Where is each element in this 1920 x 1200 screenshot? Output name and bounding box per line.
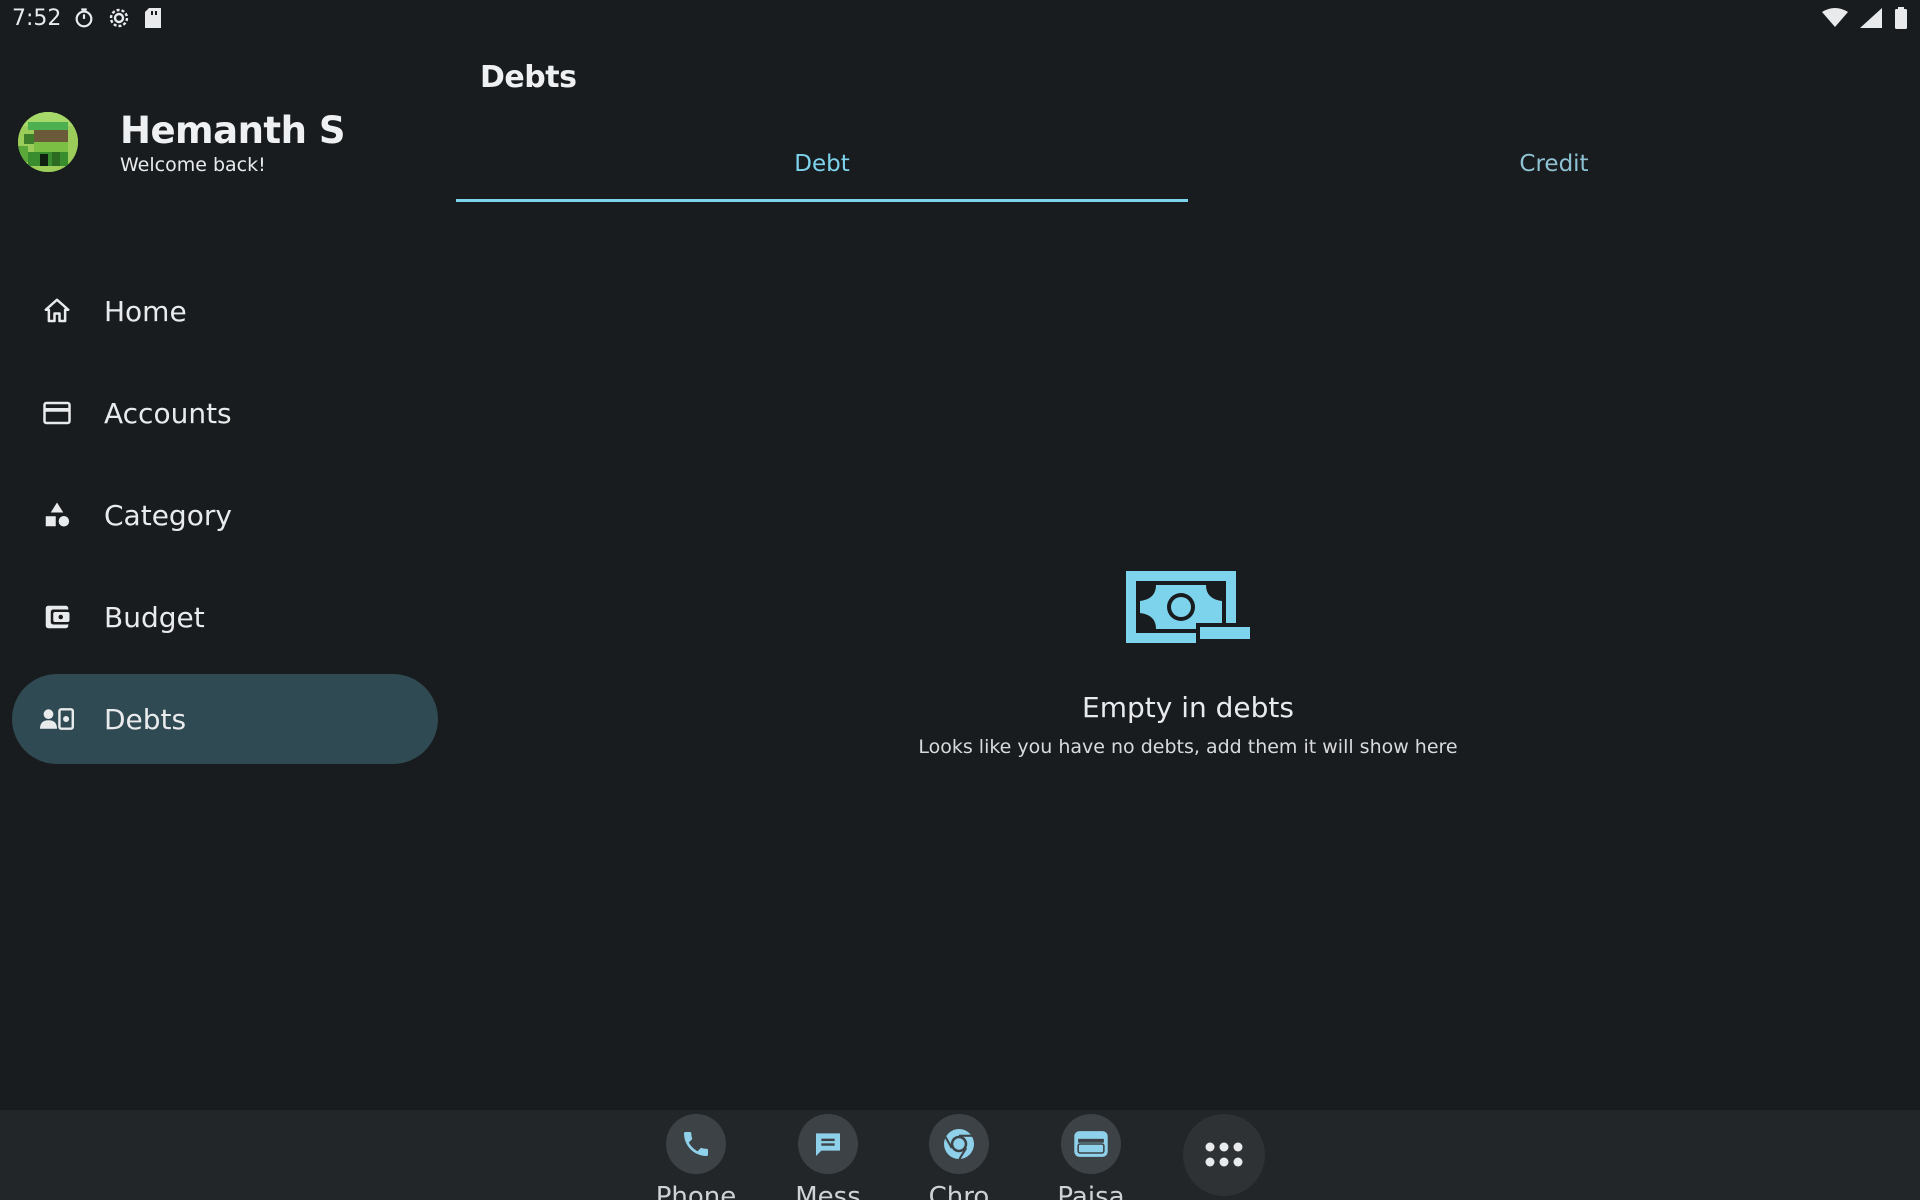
nav-label-accounts: Accounts	[104, 396, 232, 430]
tab-credit-label: Credit	[1519, 151, 1589, 177]
clock: 7:52	[12, 5, 62, 31]
dock-label-phone: Phone	[655, 1182, 737, 1200]
taskbar-dock: Phone Mess Chro Paisa	[0, 1110, 1920, 1200]
nav-item-home[interactable]: Home	[12, 266, 438, 356]
main-content: Debts Debt Credit Empty in debts Looks l…	[456, 36, 1920, 1110]
nav-item-debts[interactable]: Debts	[12, 674, 438, 764]
nav-item-accounts[interactable]: Accounts	[12, 368, 438, 458]
app-drawer-icon[interactable]	[1183, 1114, 1265, 1196]
dock-label-chrome: Chro	[928, 1182, 990, 1200]
wallet-icon	[40, 600, 74, 634]
tab-bar: Debt Credit	[456, 136, 1920, 202]
dock-label-messages: Mess	[795, 1182, 861, 1200]
chrome-icon	[929, 1114, 989, 1174]
profile-header: Hemanth S Welcome back!	[18, 102, 345, 182]
credit-card-icon	[40, 396, 74, 430]
battery-icon	[1894, 7, 1908, 29]
signal-icon	[1860, 8, 1882, 28]
nav-list: Home Accounts Category Budget Debts	[12, 266, 438, 776]
money-bill-icon	[1126, 571, 1250, 647]
messages-icon	[798, 1114, 858, 1174]
person-debt-icon	[40, 702, 74, 736]
profile-name: Hemanth S	[120, 108, 345, 152]
navigation-drawer: Hemanth S Welcome back! Home Accounts Ca…	[0, 36, 450, 1110]
nav-label-home: Home	[104, 294, 187, 328]
dock-label-paisa: Paisa	[1057, 1182, 1125, 1200]
timer-icon	[73, 7, 95, 29]
nav-item-budget[interactable]: Budget	[12, 572, 438, 662]
dock-app-paisa[interactable]: Paisa	[1031, 1114, 1151, 1200]
dock-app-messages[interactable]: Mess	[768, 1114, 888, 1200]
home-icon	[40, 294, 74, 328]
nav-label-debts: Debts	[104, 702, 187, 736]
tab-debt-label: Debt	[794, 151, 850, 177]
nav-label-category: Category	[104, 498, 232, 532]
status-left: 7:52	[12, 6, 163, 31]
status-bar: 7:52	[0, 0, 1920, 36]
profile-subtitle: Welcome back!	[120, 153, 266, 176]
empty-state: Empty in debts Looks like you have no de…	[456, 571, 1920, 758]
avatar[interactable]	[18, 112, 78, 172]
tab-indicator	[456, 199, 1188, 202]
wifi-icon	[1822, 8, 1848, 28]
page-title: Debts	[480, 60, 577, 95]
nav-label-budget: Budget	[104, 600, 205, 634]
profile-text: Hemanth S Welcome back!	[120, 109, 345, 176]
tab-credit[interactable]: Credit	[1188, 136, 1920, 192]
shapes-icon	[40, 498, 74, 532]
settings-gear-icon	[107, 6, 131, 30]
paisa-icon	[1061, 1114, 1121, 1174]
dock-app-phone[interactable]: Phone	[636, 1114, 756, 1200]
empty-state-title: Empty in debts	[1082, 691, 1294, 724]
status-right	[1822, 7, 1908, 29]
nav-item-category[interactable]: Category	[12, 470, 438, 560]
tab-debt[interactable]: Debt	[456, 136, 1188, 202]
empty-state-subtitle: Looks like you have no debts, add them i…	[918, 736, 1458, 758]
sd-card-icon	[143, 7, 163, 29]
phone-icon	[666, 1114, 726, 1174]
dock-app-chrome[interactable]: Chro	[899, 1114, 1019, 1200]
